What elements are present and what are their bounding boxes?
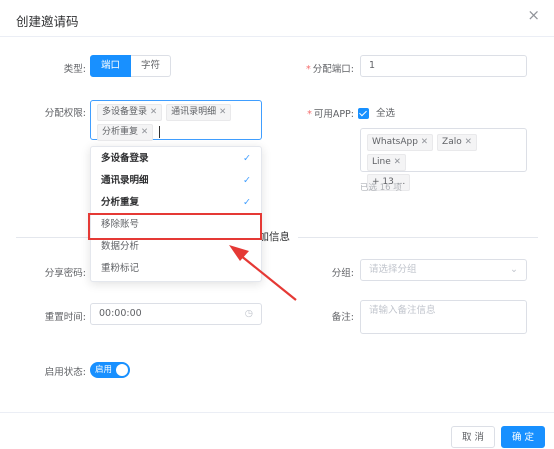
- arrow-line: [239, 254, 297, 301]
- annotation-arrow: [229, 245, 297, 301]
